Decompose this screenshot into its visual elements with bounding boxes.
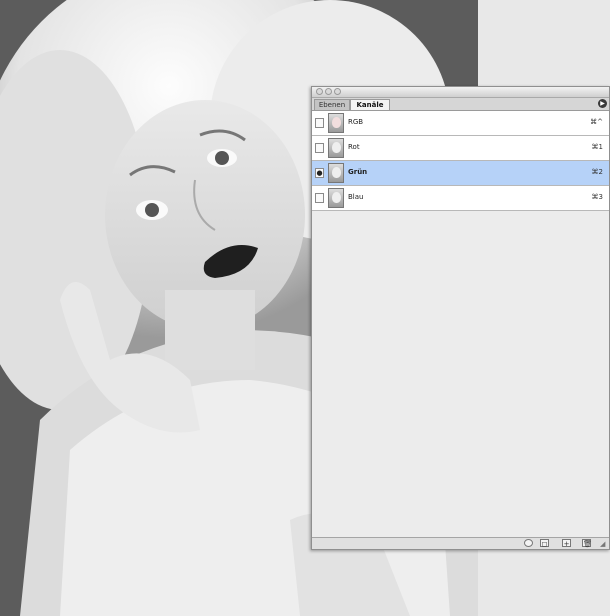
palette-bottom-bar: ◻ + 🗑 ◢ <box>312 537 609 549</box>
channel-thumbnail <box>328 163 344 183</box>
channel-thumbnail <box>328 188 344 208</box>
channel-row-rot[interactable]: Rot ⌘1 <box>312 136 609 161</box>
palette-titlebar[interactable] <box>312 87 609 98</box>
channel-shortcut: ⌘3 <box>591 193 603 201</box>
tab-ebenen[interactable]: Ebenen <box>314 99 350 110</box>
eye-icon[interactable]: ● <box>315 168 324 178</box>
load-selection-icon[interactable] <box>524 539 533 547</box>
visibility-toggle[interactable] <box>315 143 324 153</box>
channel-row-gruen[interactable]: ● Grün ⌘2 <box>312 161 609 186</box>
minimize-icon[interactable] <box>325 88 332 95</box>
tab-kanaele[interactable]: Kanäle <box>350 99 390 110</box>
save-selection-icon[interactable]: ◻ <box>540 539 549 548</box>
channel-name: RGB <box>348 118 364 126</box>
channel-name: Blau <box>348 193 364 201</box>
channel-name: Grün <box>348 168 368 176</box>
visibility-toggle[interactable] <box>315 193 324 203</box>
channel-row-rgb[interactable]: RGB ⌘^ <box>312 111 609 136</box>
channel-list: RGB ⌘^ Rot ⌘1 ● Grün ⌘2 Blau ⌘3 <box>312 111 609 211</box>
palette-menu-arrow-icon[interactable]: ▶ <box>598 99 607 108</box>
visibility-toggle[interactable] <box>315 118 324 128</box>
channel-thumbnail <box>328 138 344 158</box>
channels-palette[interactable]: Ebenen Kanäle ▶ RGB ⌘^ Rot ⌘1 ● Grün ⌘2 … <box>311 86 610 550</box>
channel-shortcut: ⌘2 <box>591 168 603 176</box>
channel-shortcut: ⌘1 <box>591 143 603 151</box>
palette-tabs: Ebenen Kanäle ▶ <box>312 98 609 111</box>
channel-row-blau[interactable]: Blau ⌘3 <box>312 186 609 211</box>
resize-grip-icon[interactable]: ◢ <box>600 540 608 548</box>
channel-shortcut: ⌘^ <box>590 118 603 126</box>
new-channel-icon[interactable]: + <box>562 539 571 548</box>
zoom-icon[interactable] <box>334 88 341 95</box>
channel-thumbnail <box>328 113 344 133</box>
delete-channel-icon[interactable]: 🗑 <box>582 539 592 548</box>
close-icon[interactable] <box>316 88 323 95</box>
channel-name: Rot <box>348 143 360 151</box>
